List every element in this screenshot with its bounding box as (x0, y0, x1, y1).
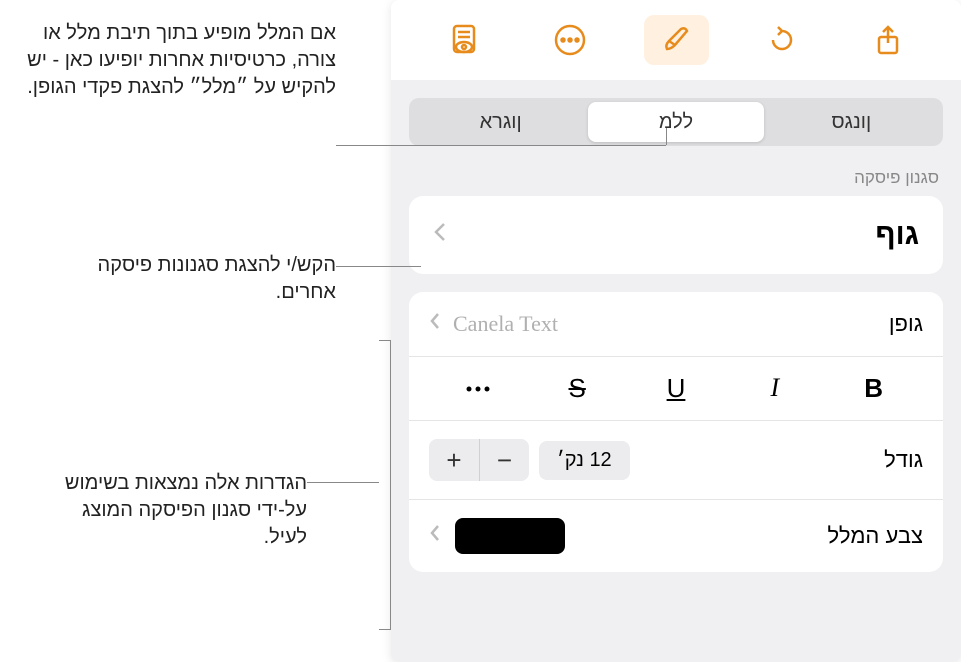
font-name: Canela Text (453, 311, 558, 337)
size-value[interactable]: 12 נק׳ (539, 441, 630, 480)
tab-text[interactable]: ללמ (588, 102, 763, 142)
size-increase-button[interactable]: + (429, 439, 479, 481)
chevron-left-icon (429, 522, 441, 550)
callout-line (307, 482, 379, 483)
callout-2: הקש/י להצגת סגנונות פיסקה אחרים. (86, 252, 336, 306)
redo-button[interactable] (750, 15, 815, 65)
format-panel: ןוגרא ללמ ןונגס סגנון פיסקה גוף גופן Can… (391, 0, 961, 662)
size-row: גודל 12 נק׳ − + (409, 421, 943, 500)
toolbar (391, 0, 961, 80)
callout-line (336, 145, 666, 146)
inspector-tabs: ןוגרא ללמ ןונגס (409, 98, 943, 146)
format-button[interactable] (644, 15, 709, 65)
ellipsis-icon (464, 384, 492, 394)
view-options-button[interactable] (432, 15, 497, 65)
font-card: גופן Canela Text S U (409, 292, 943, 572)
callout-line (336, 266, 421, 267)
callout-bracket (379, 340, 391, 630)
chevron-left-icon (429, 310, 441, 338)
tab-style[interactable]: ןונגס (764, 102, 939, 142)
strikethrough-button[interactable]: S (547, 373, 607, 404)
size-label: גודל (884, 447, 923, 473)
underline-button[interactable]: U (646, 373, 706, 404)
size-decrease-button[interactable]: − (479, 439, 529, 481)
text-color-row[interactable]: צבע המלל (409, 500, 943, 572)
italic-button[interactable]: I (745, 373, 805, 404)
size-stepper: − + (429, 439, 529, 481)
paragraph-style-card[interactable]: גוף (409, 196, 943, 274)
paintbrush-icon (659, 23, 693, 57)
tab-arrange[interactable]: ןוגרא (413, 102, 588, 142)
more-button[interactable] (538, 15, 603, 65)
color-swatch (455, 518, 565, 554)
content-area: ןוגרא ללמ ןונגס סגנון פיסקה גוף גופן Can… (391, 80, 961, 662)
paragraph-style-name: גוף (875, 218, 919, 252)
chevron-left-icon (433, 221, 447, 250)
callout-3: הגדרות אלה נמצאות בשימוש על-ידי סגנון הפ… (57, 470, 307, 551)
callout-1: אם המלל מופיע בתוך תיבת מלל או צורה, כרט… (16, 20, 336, 101)
callout-line (666, 128, 667, 145)
paragraph-style-label: סגנון פיסקה (409, 168, 943, 188)
text-style-buttons: S U I B (409, 357, 943, 421)
font-label: גופן (889, 311, 923, 337)
document-eye-icon (447, 23, 481, 57)
share-icon (871, 23, 905, 57)
more-styles-button[interactable] (448, 373, 508, 404)
share-button[interactable] (856, 15, 921, 65)
font-row[interactable]: גופן Canela Text (409, 292, 943, 357)
bold-button[interactable]: B (844, 373, 904, 404)
redo-icon (765, 23, 799, 57)
text-color-label: צבע המלל (827, 523, 923, 549)
more-circle-icon (553, 23, 587, 57)
